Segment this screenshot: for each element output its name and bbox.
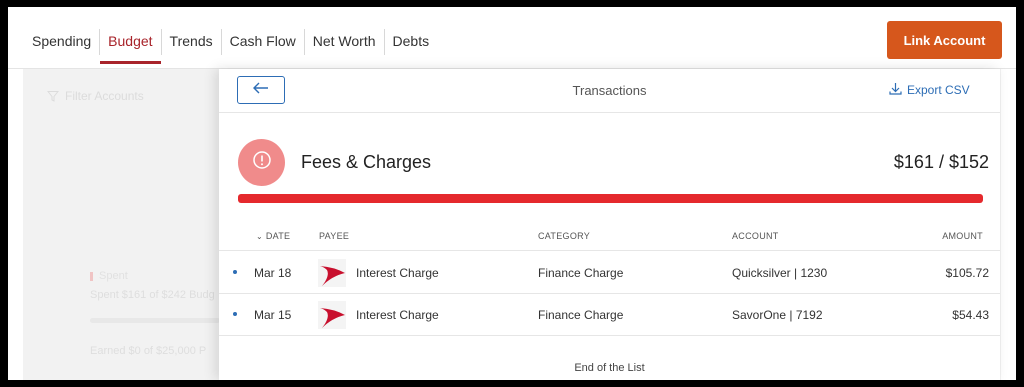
tab-net-worth[interactable]: Net Worth xyxy=(305,29,385,55)
row-account: SavorOne | 7192 xyxy=(732,308,823,322)
tab-spending[interactable]: Spending xyxy=(22,29,101,55)
row-payee: Interest Charge xyxy=(356,266,439,280)
column-payee[interactable]: PAYEE xyxy=(319,231,349,241)
export-csv-button[interactable]: Export CSV xyxy=(889,82,970,98)
spent-legend: Spent xyxy=(90,270,128,282)
row-date: Mar 15 xyxy=(254,308,292,322)
panel-header: Transactions Export CSV xyxy=(219,69,1000,113)
earned-summary: Earned $0 of $25,000 P xyxy=(90,345,207,357)
row-amount: $54.43 xyxy=(952,308,989,322)
tab-cash-flow[interactable]: Cash Flow xyxy=(222,29,305,55)
column-date[interactable]: ⌄ DATE xyxy=(256,231,290,241)
spent-progress-bar xyxy=(90,318,220,323)
filter-accounts[interactable]: Filter Accounts xyxy=(47,89,144,103)
row-amount: $105.72 xyxy=(945,266,989,280)
merchant-logo-icon xyxy=(318,301,346,329)
row-category: Finance Charge xyxy=(538,266,624,280)
table-row[interactable]: Mar 18 Interest Charge Finance Charge Qu… xyxy=(219,252,1000,294)
row-payee: Interest Charge xyxy=(356,308,439,322)
column-date-label: DATE xyxy=(265,231,291,241)
spent-summary: Spent $161 of $242 Budg xyxy=(90,289,215,301)
panel-title: Transactions xyxy=(572,83,647,98)
spent-legend-marker xyxy=(90,271,93,281)
transactions-panel: Transactions Export CSV Fees & Charges $… xyxy=(219,69,1000,380)
tab-budget[interactable]: Budget xyxy=(100,29,162,64)
table-row[interactable]: Mar 15 Interest Charge Finance Charge Sa… xyxy=(219,294,1000,336)
column-account[interactable]: ACCOUNT xyxy=(732,231,779,241)
filter-icon xyxy=(47,90,59,102)
filter-accounts-label: Filter Accounts xyxy=(65,89,144,103)
arrow-left-icon xyxy=(253,81,269,99)
export-csv-label: Export CSV xyxy=(907,83,970,97)
alert-icon xyxy=(252,150,272,175)
column-amount[interactable]: AMOUNT xyxy=(942,231,983,241)
app-frame: Filter Accounts Spent Spent $161 of $242… xyxy=(8,7,1016,380)
end-of-list: End of the List xyxy=(574,362,645,374)
top-navigation: Spending Budget Trends Cash Flow Net Wor… xyxy=(8,7,1016,69)
row-bullet xyxy=(233,312,237,316)
sort-chevron-icon: ⌄ xyxy=(256,232,264,241)
row-date: Mar 18 xyxy=(254,266,292,280)
merchant-logo-icon xyxy=(318,259,346,287)
row-bullet xyxy=(233,270,237,274)
nav-tabs: Spending Budget Trends Cash Flow Net Wor… xyxy=(22,29,438,64)
tab-debts[interactable]: Debts xyxy=(385,29,438,55)
column-category[interactable]: CATEGORY xyxy=(538,231,590,241)
back-button[interactable] xyxy=(237,76,285,104)
row-category: Finance Charge xyxy=(538,308,624,322)
category-icon xyxy=(238,139,285,186)
category-progress-bar xyxy=(238,194,983,203)
download-icon xyxy=(889,82,902,98)
row-account: Quicksilver | 1230 xyxy=(732,266,828,280)
spent-legend-label: Spent xyxy=(99,270,128,282)
link-account-button[interactable]: Link Account xyxy=(887,21,1002,59)
table-header: ⌄ DATE PAYEE CATEGORY ACCOUNT AMOUNT xyxy=(219,221,1000,251)
tab-trends[interactable]: Trends xyxy=(162,29,222,55)
category-name: Fees & Charges xyxy=(301,152,432,172)
category-amount: $161 / $152 xyxy=(893,152,989,172)
